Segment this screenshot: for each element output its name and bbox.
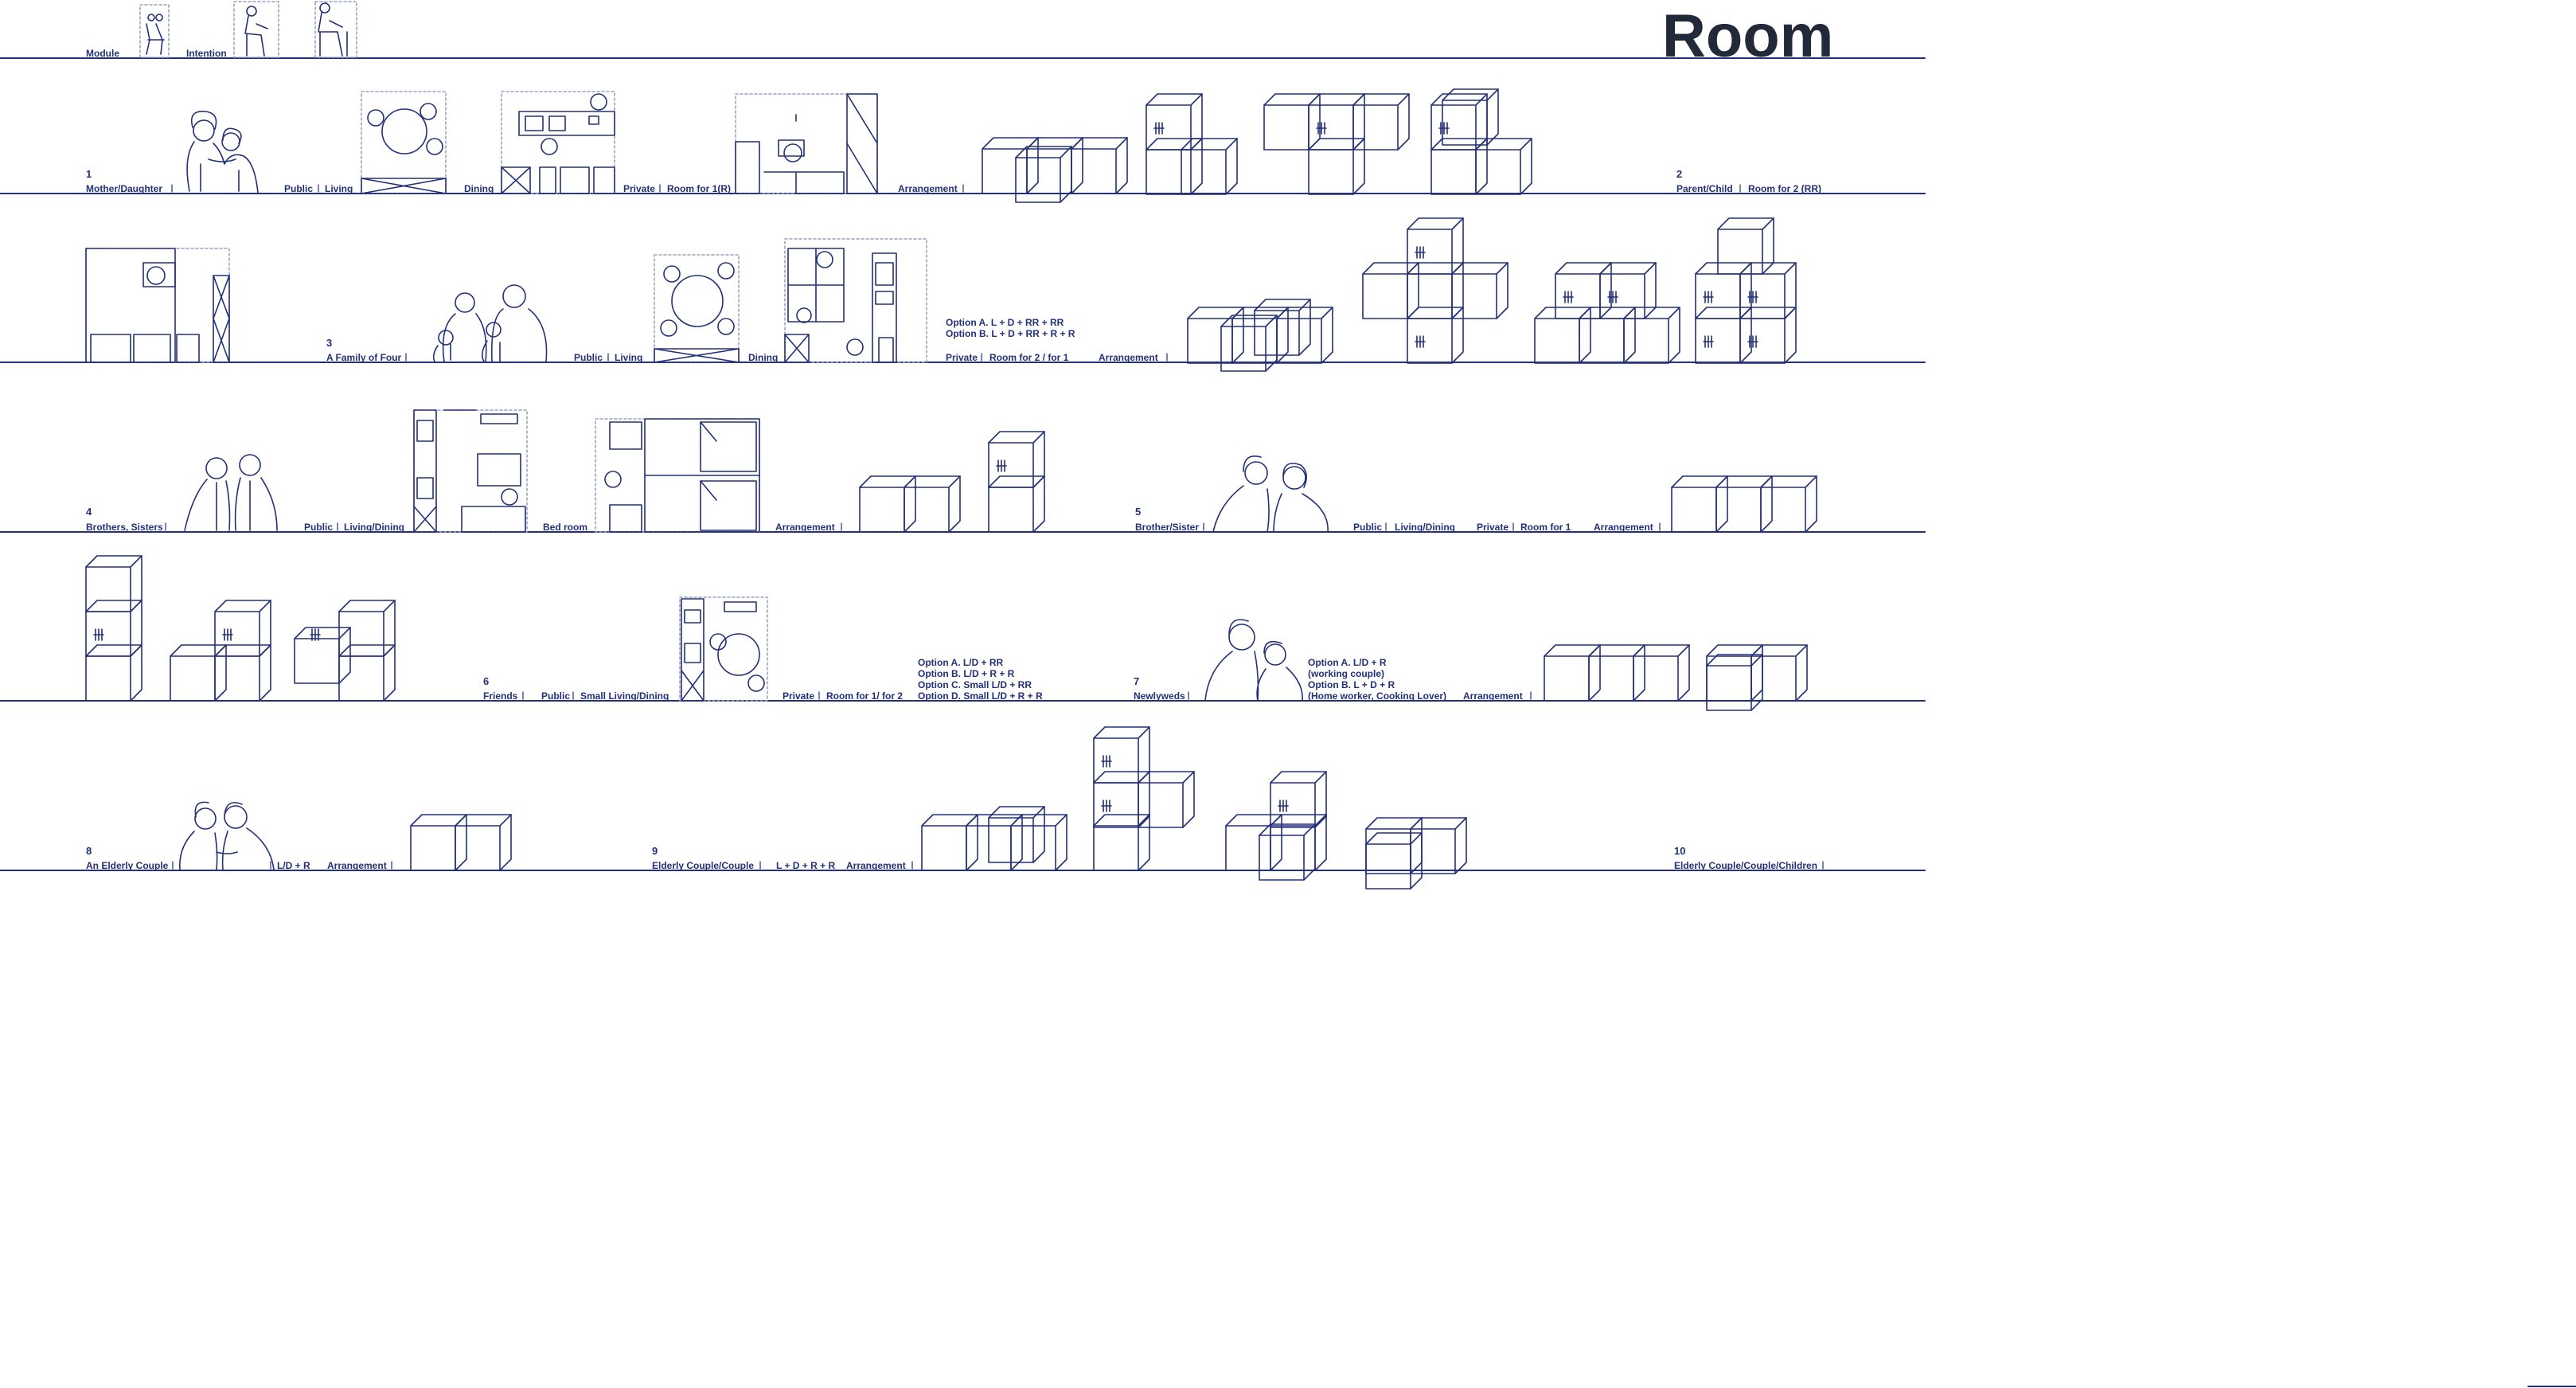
private-room-plan <box>735 93 878 194</box>
row2-dining-plan <box>784 238 927 363</box>
module-figure-icon <box>139 4 170 58</box>
row8-arrangement-cubes <box>410 814 512 871</box>
row-baselines <box>0 57 2576 1387</box>
living-plan <box>361 91 447 194</box>
row2-living-plan <box>654 254 740 363</box>
brother-sister-illustration <box>1212 455 1329 533</box>
diagram-artwork <box>0 1 2576 1387</box>
elderly-couple-illustration <box>179 801 275 870</box>
row1-arrangement-cubes <box>982 88 1532 203</box>
row4-bedroom-plan <box>595 418 760 533</box>
row4-left-arrangement-cubes <box>85 555 396 702</box>
mother-daughter-illustration <box>186 111 259 194</box>
brothers-sisters-illustration <box>184 454 278 531</box>
bedroom-plan <box>85 248 230 363</box>
dining-plan <box>501 91 615 194</box>
row2-arrangement-cubes <box>1187 217 1797 372</box>
family-of-four-illustration <box>432 284 548 362</box>
intention-seated-figure-icon <box>233 1 357 58</box>
row5-arrangement-cubes <box>1671 475 1817 533</box>
row6-small-living-plan <box>679 596 768 702</box>
row7-arrangement-cubes <box>1544 644 1808 711</box>
row4-arrangement-cubes <box>859 431 1045 533</box>
newlyweds-illustration <box>1204 619 1303 702</box>
row4-living-dining-plan <box>413 409 528 533</box>
row9-arrangement-cubes <box>921 726 1467 889</box>
